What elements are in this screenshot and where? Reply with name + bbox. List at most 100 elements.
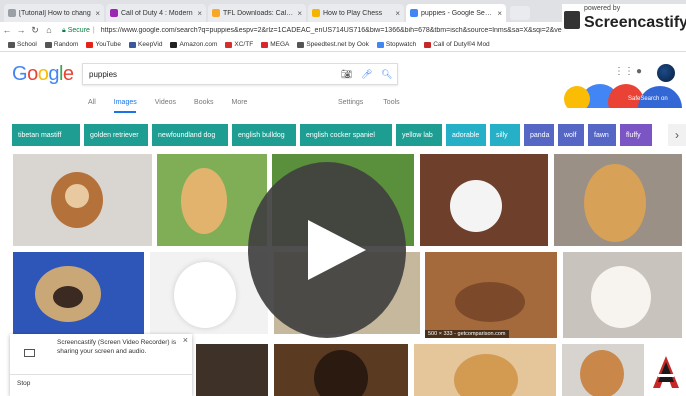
apps-grid-icon[interactable]: ⋮⋮ [614, 66, 634, 77]
cod-icon [424, 41, 432, 48]
browser-tab[interactable]: [Tutorial] How to chang × [4, 4, 104, 22]
browser-tab[interactable]: How to Play Chess × [308, 4, 404, 22]
chip[interactable]: golden retriever [84, 124, 148, 146]
puppy-photo [314, 350, 368, 396]
bookmark-label: Stopwatch [385, 41, 417, 48]
avatar[interactable] [657, 64, 675, 82]
tab-all[interactable]: All [88, 99, 96, 106]
camera-icon[interactable]: 📷︎ [341, 69, 352, 80]
bookmark-item[interactable]: KeepVid [129, 41, 162, 48]
tab-books[interactable]: Books [194, 99, 213, 106]
home-icon[interactable]: ⌂ [42, 25, 56, 35]
powered-by-label: powered by [584, 5, 621, 12]
puppy-photo [580, 350, 624, 396]
bookmark-item[interactable]: Stopwatch [376, 41, 417, 48]
chip[interactable]: fluffy [620, 124, 652, 146]
image-caption: 500 × 333 - getcomparison.com [425, 330, 509, 338]
bookmark-item[interactable]: School [8, 41, 37, 48]
tab-images[interactable]: Images [114, 99, 137, 106]
lock-icon: 🔒︎ [62, 26, 66, 34]
logo-letter: o [37, 63, 49, 85]
image-result[interactable]: 500 × 333 - getcomparison.com [425, 252, 557, 338]
reload-icon[interactable]: ↻ [28, 25, 42, 36]
forward-arrow-icon[interactable]: → [14, 25, 28, 35]
close-icon[interactable]: × [183, 335, 188, 345]
image-result[interactable] [274, 344, 408, 396]
logo-letter: e [62, 63, 74, 85]
stop-sharing-button[interactable]: Stop [17, 380, 30, 387]
image-result[interactable] [13, 154, 152, 246]
chip[interactable]: english bulldog [232, 124, 296, 146]
search-icon[interactable]: 🔍︎ [381, 69, 392, 80]
microphone-icon[interactable]: 🎤︎ [361, 69, 372, 80]
url-text: https://www.google.com/search?q=puppies&… [100, 27, 576, 34]
tab-videos[interactable]: Videos [155, 99, 176, 106]
close-icon[interactable]: × [297, 9, 302, 18]
settings-link[interactable]: Settings [338, 99, 363, 106]
puppy-photo [591, 266, 651, 328]
image-result[interactable] [13, 252, 144, 334]
chip[interactable]: yellow lab [396, 124, 442, 146]
chip[interactable]: wolf [558, 124, 584, 146]
google-logo[interactable]: Google [12, 63, 74, 86]
image-result[interactable] [554, 154, 682, 246]
bookmark-label: Amazon.com [179, 41, 218, 48]
bookmark-item[interactable]: Random [44, 41, 79, 48]
tab-title: puppies - Google Search [421, 9, 495, 17]
close-icon[interactable]: × [197, 9, 202, 18]
chip[interactable]: silly [490, 124, 520, 146]
tab-favicon [110, 9, 118, 17]
bookmark-item[interactable]: Speedtest.net by Ook [297, 41, 369, 48]
bookmark-item[interactable]: Amazon.com [170, 41, 217, 48]
address-bar[interactable]: 🔒︎ Secure | https://www.google.com/searc… [62, 24, 622, 37]
bookmark-label: XC/TF [234, 41, 254, 48]
puppy-photo [450, 180, 502, 232]
close-icon[interactable]: × [95, 9, 100, 18]
chip[interactable]: panda [524, 124, 554, 146]
bookmark-item[interactable]: MEGA [261, 41, 289, 48]
tab-more[interactable]: More [232, 99, 248, 106]
image-result[interactable] [420, 154, 548, 246]
folder-icon [8, 41, 15, 48]
image-result[interactable] [196, 344, 268, 396]
bookmark-label: Random [53, 41, 79, 48]
browser-tab[interactable]: Call of Duty 4 : Modern × [106, 4, 206, 22]
bookmark-item[interactable]: Call of Duty®4 Mod [424, 41, 490, 48]
chip[interactable]: adorable [446, 124, 486, 146]
chip[interactable]: newfoundland dog [152, 124, 228, 146]
active-tab-indicator [114, 111, 136, 113]
close-icon[interactable]: × [497, 9, 502, 18]
film-icon [564, 11, 580, 29]
bookmark-label: YouTube [95, 41, 121, 48]
browser-tab[interactable]: TFL Downloads: Call of × [208, 4, 306, 22]
puppy-photo [174, 262, 236, 328]
chevron-right-icon[interactable]: › [668, 124, 686, 146]
secure-label: Secure [67, 27, 90, 34]
speedtest-icon [297, 41, 305, 48]
bookmark-item[interactable]: XC/TF [225, 41, 253, 48]
tab-favicon [312, 9, 320, 17]
result-tabs: All Images Videos Books More [88, 99, 247, 106]
image-result[interactable] [562, 344, 644, 396]
tools-link[interactable]: Tools [383, 99, 399, 106]
notifications-icon[interactable]: ● [636, 66, 642, 77]
bookmark-label: MEGA [270, 41, 290, 48]
bookmark-item[interactable]: YouTube [86, 41, 121, 48]
play-button[interactable] [248, 162, 406, 338]
close-icon[interactable]: × [395, 9, 400, 18]
new-tab-button[interactable] [510, 6, 530, 20]
separator: | [92, 27, 95, 34]
puppy-photo [53, 286, 83, 308]
browser-tab-active[interactable]: puppies - Google Search × [406, 4, 506, 22]
result-tools: Settings Tools [338, 99, 400, 106]
chip[interactable]: fawn [588, 124, 616, 146]
image-result[interactable] [414, 344, 556, 396]
puppy-photo [455, 282, 525, 322]
channel-logo-icon [653, 356, 679, 388]
search-input[interactable] [89, 68, 329, 81]
chip[interactable]: tibetan mastiff [12, 124, 80, 146]
chip[interactable]: english cocker spaniel [300, 124, 392, 146]
image-result[interactable] [563, 252, 682, 338]
back-arrow-icon[interactable]: ← [0, 25, 14, 35]
bookmark-label: Call of Duty®4 Mod [433, 41, 490, 48]
